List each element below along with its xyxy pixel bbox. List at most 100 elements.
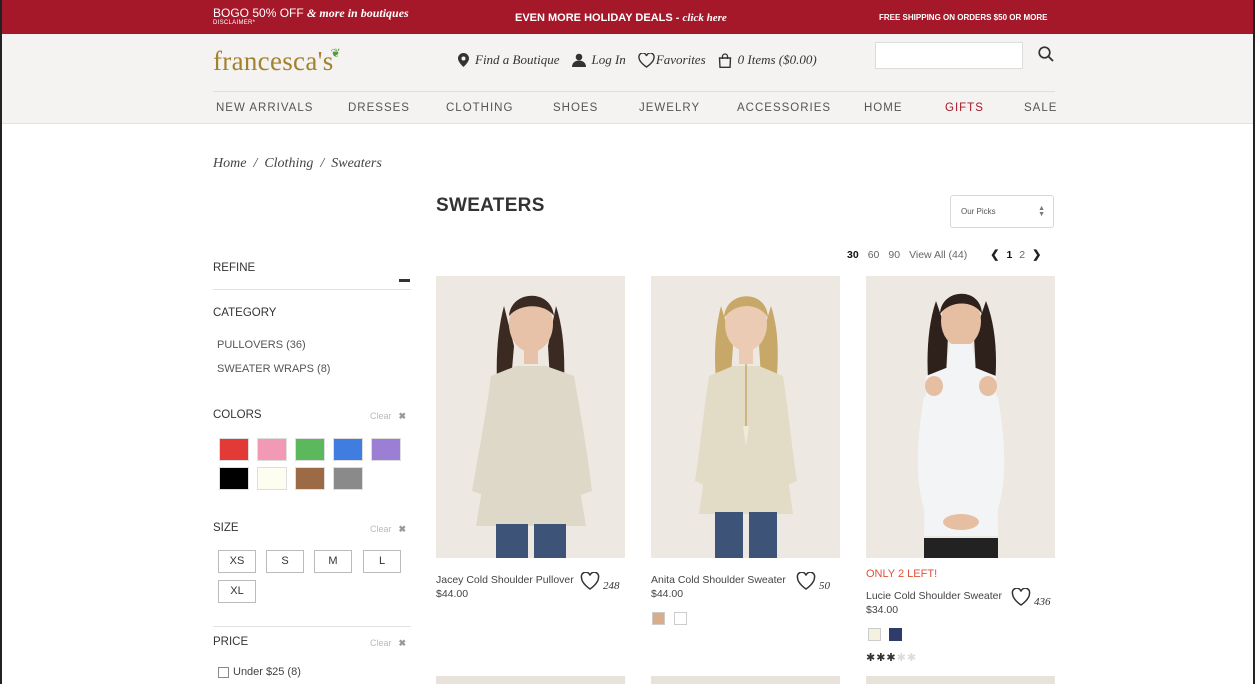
collapse-minus-icon[interactable] (399, 279, 410, 282)
color-swatch[interactable] (333, 467, 363, 490)
search-input[interactable] (875, 42, 1023, 69)
nav-home[interactable]: HOME (864, 102, 903, 114)
product-color-swatch[interactable] (868, 628, 881, 641)
color-swatch[interactable] (333, 438, 363, 461)
close-icon: ✖ (398, 524, 407, 534)
page-2[interactable]: 2 (1019, 249, 1025, 261)
product-price: $44.00 (436, 588, 469, 600)
product-favorite[interactable]: 248 (580, 570, 620, 592)
checkbox[interactable] (218, 666, 229, 678)
favorite-count: 50 (819, 580, 830, 592)
promo-shipping-text: FREE SHIPPING ON ORDERS $50 OR MORE (879, 13, 1048, 22)
nav-clothing[interactable]: CLOTHING (446, 102, 513, 114)
nav-gifts[interactable]: GIFTS (945, 102, 984, 114)
product-color-swatch[interactable] (889, 628, 902, 641)
product-name[interactable]: Anita Cold Shoulder Sweater (651, 574, 786, 586)
page-title: SWEATERS (436, 195, 545, 216)
breadcrumb-separator: / (253, 156, 258, 171)
cart-link[interactable]: 0 Items ($0.00) (718, 52, 817, 68)
product-image-next-row[interactable] (651, 676, 840, 684)
sort-selected-value: Our Picks (961, 207, 996, 216)
promo-bogo-link[interactable]: BOGO 50% OFF & more in boutiques DISCLAI… (213, 6, 409, 26)
per-page-60[interactable]: 60 (868, 249, 880, 261)
breadcrumb-clothing[interactable]: Clothing (264, 156, 313, 171)
view-all-link[interactable]: View All (44) (909, 249, 967, 261)
size-m-button[interactable]: M (314, 550, 352, 573)
model-photo-illustration (651, 276, 840, 558)
per-page-30[interactable]: 30 (847, 249, 859, 261)
price-title: PRICE (213, 636, 249, 648)
category-sweater-wraps[interactable]: SWEATER WRAPS (8) (217, 363, 330, 375)
price-option-label: Under $25 (8) (233, 666, 301, 678)
find-boutique-label: Find a Boutique (475, 52, 560, 67)
product-rating: ✱✱✱✱✱ (866, 651, 917, 664)
product-favorite[interactable]: 50 (796, 570, 830, 592)
sidebar-divider (213, 626, 411, 627)
color-swatch[interactable] (257, 438, 287, 461)
product-image-next-row[interactable] (436, 676, 625, 684)
nav-new-arrivals[interactable]: NEW ARRIVALS (216, 102, 313, 114)
site-logo[interactable]: francesca's❦ (213, 46, 344, 77)
product-color-swatch[interactable] (674, 612, 687, 625)
per-page-90[interactable]: 90 (888, 249, 900, 261)
nav-dresses[interactable]: DRESSES (348, 102, 410, 114)
product-price: $34.00 (866, 604, 899, 616)
leaf-icon: ❦ (330, 46, 341, 60)
color-swatch[interactable] (219, 438, 249, 461)
product-color-swatch[interactable] (652, 612, 665, 625)
color-swatch[interactable] (219, 467, 249, 490)
color-swatch[interactable] (371, 438, 401, 461)
login-link[interactable]: Log In (571, 52, 626, 68)
colors-clear[interactable]: Clear ✖ (370, 411, 406, 422)
price-option-under-25[interactable]: Under $25 (8) (218, 666, 301, 678)
favorite-count: 248 (603, 580, 620, 592)
breadcrumb-sweaters: Sweaters (331, 156, 382, 171)
find-boutique-link[interactable]: Find a Boutique (458, 52, 560, 68)
size-l-button[interactable]: L (363, 550, 401, 573)
site-header: francesca's❦ Find a Boutique Log In Favo… (2, 34, 1253, 124)
rating-filled-stars: ✱✱✱ (866, 652, 897, 664)
refine-header[interactable]: REFINE (213, 262, 411, 290)
user-icon (571, 53, 586, 67)
page-1[interactable]: 1 (1006, 249, 1012, 261)
close-icon: ✖ (398, 638, 407, 648)
sort-select[interactable]: Our Picks ▲ ▼ (950, 195, 1054, 228)
promo-disclaimer[interactable]: DISCLAIMER* (213, 20, 409, 26)
nav-accessories[interactable]: ACCESSORIES (737, 102, 831, 114)
product-image[interactable] (866, 276, 1055, 558)
pagination: 30 60 90 View All (44) ❮ 1 2 ❯ (847, 248, 1048, 262)
promo-holiday-link[interactable]: EVEN MORE HOLIDAY DEALS - click here (515, 12, 727, 24)
nav-jewelry[interactable]: JEWELRY (639, 102, 700, 114)
category-pullovers[interactable]: PULLOVERS (36) (217, 339, 306, 351)
product-image[interactable] (651, 276, 840, 558)
refine-label: REFINE (213, 262, 256, 274)
clear-label: Clear (370, 411, 392, 421)
product-name[interactable]: Lucie Cold Shoulder Sweater (866, 590, 1002, 602)
heart-icon (796, 572, 816, 590)
size-clear[interactable]: Clear ✖ (370, 524, 406, 535)
color-swatch[interactable] (295, 438, 325, 461)
product-name[interactable]: Jacey Cold Shoulder Pullover (436, 574, 574, 586)
breadcrumb-separator: / (320, 156, 325, 171)
product-image[interactable] (436, 276, 625, 558)
nav-shoes[interactable]: SHOES (553, 102, 598, 114)
breadcrumb: Home / Clothing / Sweaters (213, 156, 382, 172)
chevron-left-icon[interactable]: ❮ (990, 248, 999, 261)
close-icon: ✖ (398, 411, 407, 421)
product-favorite[interactable]: 436 (1011, 586, 1051, 608)
nav-sale[interactable]: SALE (1024, 102, 1057, 114)
login-label: Log In (591, 52, 626, 67)
product-image-next-row[interactable] (866, 676, 1055, 684)
size-xs-button[interactable]: XS (218, 550, 256, 573)
favorites-link[interactable]: Favorites (638, 52, 706, 68)
rating-empty-stars: ✱✱ (896, 652, 918, 664)
favorites-label: Favorites (655, 52, 706, 67)
color-swatch[interactable] (257, 467, 287, 490)
color-swatch[interactable] (295, 467, 325, 490)
chevron-right-icon[interactable]: ❯ (1032, 248, 1041, 261)
size-xl-button[interactable]: XL (218, 580, 256, 603)
search-icon[interactable] (1038, 46, 1054, 62)
size-s-button[interactable]: S (266, 550, 304, 573)
price-clear[interactable]: Clear ✖ (370, 638, 406, 649)
breadcrumb-home[interactable]: Home (213, 156, 246, 171)
